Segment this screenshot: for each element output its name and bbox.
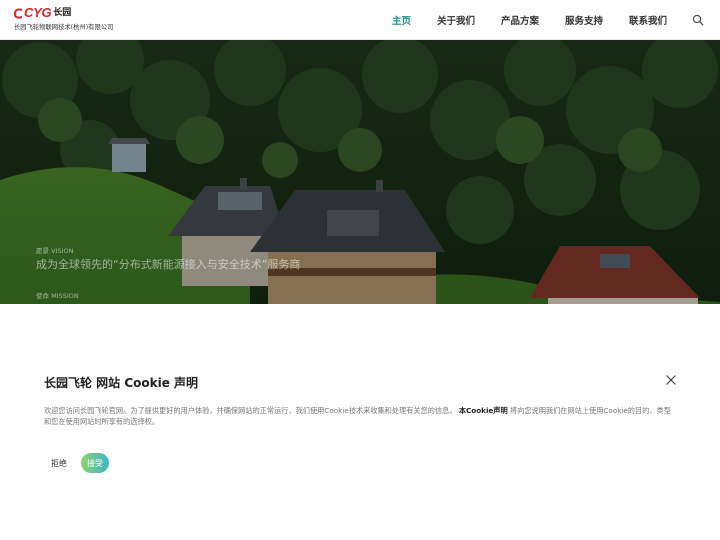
cookie-statement-link[interactable]: 本Cookie声明 <box>459 406 508 415</box>
vision-text: 成为全球领先的“分布式新能源接入与安全技术”服务商 <box>36 258 301 271</box>
logo-swoosh-icon <box>14 8 23 19</box>
cookie-message: 欢迎您访问长园飞轮官网。为了提供更好的用户体验，并确保网站的正常运行，我们使用C… <box>44 405 678 427</box>
search-icon[interactable] <box>692 14 704 26</box>
cookie-message-intro: 欢迎您访问长园飞轮官网。为了提供更好的用户体验，并确保网站的正常运行，我们使用C… <box>44 406 457 415</box>
reject-button[interactable]: 拒绝 <box>44 453 74 473</box>
mission-label: 使命 MISSION <box>36 292 79 300</box>
nav-item-support[interactable]: 服务支持 <box>565 13 603 27</box>
accept-button[interactable]: 接受 <box>81 453 109 473</box>
logo-brand-latin: CYG <box>24 5 52 20</box>
site-header: CYG 长园 长园飞轮物联网技术(杭州)有限公司 主页 关于我们 产品方案 服务… <box>0 0 720 40</box>
nav-item-home[interactable]: 主页 <box>392 13 411 27</box>
logo-mark: CYG 长园 <box>14 6 124 20</box>
cookie-title: 长园飞轮 网站 Cookie 声明 <box>44 376 199 390</box>
logo-brand-cn: 长园 <box>53 8 72 18</box>
cookie-notice: 长园飞轮 网站 Cookie 声明 欢迎您访问长园飞轮官网。为了提供更好的用户体… <box>0 304 720 540</box>
vision-label: 愿景 VISION <box>36 247 74 255</box>
nav-item-contact[interactable]: 联系我们 <box>629 13 667 27</box>
company-logo[interactable]: CYG 长园 长园飞轮物联网技术(杭州)有限公司 <box>14 6 124 34</box>
hero-banner: 愿景 VISION 成为全球领先的“分布式新能源接入与安全技术”服务商 使命 M… <box>0 40 720 304</box>
close-icon[interactable] <box>665 374 677 386</box>
nav-item-about[interactable]: 关于我们 <box>437 13 475 27</box>
nav-item-products[interactable]: 产品方案 <box>501 13 539 27</box>
logo-company-name: 长园飞轮物联网技术(杭州)有限公司 <box>14 24 114 31</box>
